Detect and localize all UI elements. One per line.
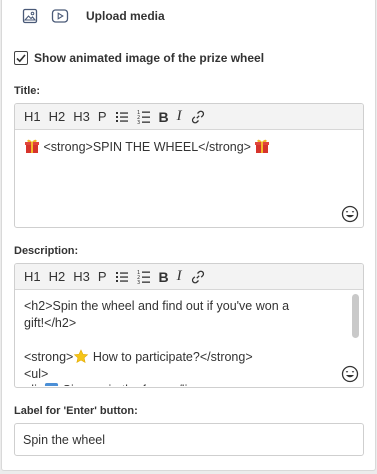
description-label: Description: [14, 245, 79, 257]
bold-button[interactable]: B [155, 267, 173, 287]
description-editor[interactable]: H1 H2 H3 P 123 B I <h2>Spin the wheel an… [14, 263, 364, 388]
keycap-one-emoji-icon: 1 [45, 382, 59, 386]
description-blank-line [24, 332, 341, 349]
animated-image-checkbox[interactable] [14, 51, 28, 65]
upload-media-label[interactable]: Upload media [86, 9, 165, 23]
h2-button[interactable]: H2 [45, 267, 70, 287]
animated-image-checkbox-row[interactable]: Show animated image of the prize wheel [14, 50, 264, 66]
emoji-picker-icon[interactable] [341, 205, 359, 223]
h1-button[interactable]: H1 [20, 267, 45, 287]
svg-text:3: 3 [137, 280, 140, 285]
bold-button[interactable]: B [155, 107, 173, 127]
link-icon[interactable] [186, 107, 210, 127]
h1-button[interactable]: H1 [20, 107, 45, 127]
italic-button[interactable]: I [173, 107, 186, 127]
description-line: <strong> How to participate?</strong> [24, 349, 253, 364]
numbered-list-icon[interactable]: 123 [133, 267, 155, 287]
svg-text:3: 3 [137, 120, 140, 125]
video-icon[interactable] [50, 7, 70, 25]
settings-panel: Upload media Show animated image of the … [1, 0, 376, 471]
description-scrollbar[interactable] [352, 294, 359, 338]
h3-button[interactable]: H3 [69, 267, 94, 287]
image-icon[interactable] [20, 7, 40, 25]
description-line: <ul> [24, 367, 49, 381]
bullet-list-icon[interactable] [111, 107, 133, 127]
link-icon[interactable] [186, 267, 210, 287]
paragraph-button[interactable]: P [94, 267, 111, 287]
bullet-list-icon[interactable] [111, 267, 133, 287]
emoji-picker-icon[interactable] [341, 365, 359, 383]
description-line: <h2>Spin the wheel and find out if you'v… [24, 299, 290, 313]
h2-button[interactable]: H2 [45, 107, 70, 127]
description-content[interactable]: <h2>Spin the wheel and find out if you'v… [15, 290, 363, 386]
title-toolbar: H1 H2 H3 P 123 B I [15, 104, 363, 130]
checkmark-icon [16, 54, 26, 63]
description-line: gift!</h2> [24, 316, 77, 330]
title-content[interactable]: <strong>SPIN THE WHEEL</strong> [15, 130, 363, 156]
star-emoji-icon [74, 349, 89, 363]
title-editor[interactable]: H1 H2 H3 P 123 B I <strong>SPIN THE WHEE… [14, 103, 364, 228]
paragraph-button[interactable]: P [94, 107, 111, 127]
numbered-list-icon[interactable]: 123 [133, 107, 155, 127]
enter-button-label: Label for 'Enter' button: [14, 405, 138, 417]
gift-emoji-icon [25, 139, 39, 153]
gift-emoji-icon [255, 139, 270, 153]
enter-button-input[interactable] [14, 423, 364, 456]
italic-button[interactable]: I [173, 267, 186, 287]
title-label: Title: [14, 85, 41, 97]
upload-media-row[interactable]: Upload media [20, 7, 165, 25]
svg-text:1: 1 [49, 385, 55, 386]
description-line: <li>1 Sign up in the form </li> [24, 382, 341, 386]
h3-button[interactable]: H3 [69, 107, 94, 127]
title-text: <strong>SPIN THE WHEEL</strong> [43, 140, 251, 154]
description-toolbar: H1 H2 H3 P 123 B I [15, 264, 363, 290]
animated-image-label: Show animated image of the prize wheel [34, 51, 265, 65]
